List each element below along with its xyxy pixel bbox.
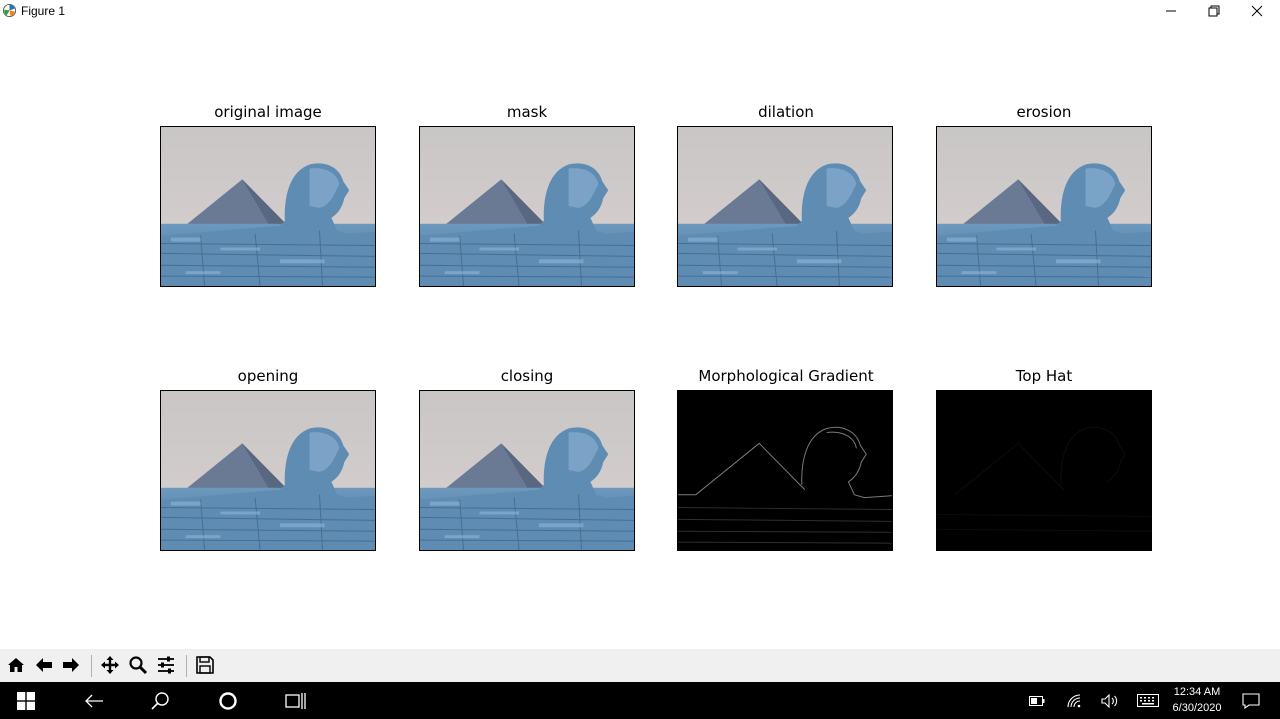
panel-title: original image (214, 103, 322, 121)
volume-icon (1101, 693, 1118, 708)
toolbar-separator (186, 655, 187, 677)
mask-panel (419, 126, 635, 287)
configure-subplots-button[interactable] (154, 653, 178, 677)
volume-button[interactable] (1097, 682, 1123, 719)
panel-title: mask (506, 103, 548, 121)
touch-keyboard-button[interactable] (1134, 682, 1162, 719)
forward-button[interactable] (59, 653, 83, 677)
clock-time: 12:34 AM (1173, 686, 1221, 698)
action-center-button[interactable] (1238, 682, 1264, 719)
panel-title: erosion (1016, 103, 1072, 121)
battery-icon (1029, 695, 1045, 706)
minimize-icon (1166, 10, 1176, 12)
title-bar: Figure 1 (0, 0, 1280, 22)
search-taskbar-button[interactable] (144, 682, 176, 719)
figure-canvas[interactable]: original image mask dilation erosion ope… (0, 22, 1280, 649)
cortana-button[interactable] (212, 682, 244, 719)
zoom-button[interactable] (126, 653, 150, 677)
closing-panel (419, 390, 635, 551)
close-button[interactable] (1235, 0, 1279, 22)
back-taskbar-button[interactable] (78, 682, 110, 719)
window-title: Figure 1 (21, 4, 66, 18)
edge-outline-dark (678, 391, 892, 550)
back-button[interactable] (32, 653, 56, 677)
top-hat-panel (936, 390, 1152, 551)
keyboard-icon (1137, 694, 1159, 707)
windows-start-icon (17, 691, 35, 710)
start-button[interactable] (10, 682, 42, 719)
configure-subplots-icon (158, 656, 174, 674)
notifications-icon (1242, 692, 1260, 709)
back-icon (85, 694, 103, 707)
navigation-toolbar (0, 649, 1280, 682)
panel-title: closing (500, 367, 554, 385)
clock-date: 6/30/2020 (1172, 702, 1222, 714)
morphological-gradient-panel (677, 390, 893, 551)
pyramid-sphinx-photo (161, 127, 375, 286)
toolbar-separator (91, 655, 92, 677)
pyramid-sphinx-photo (678, 127, 892, 286)
taskbar: 12:34 AM 6/30/2020 (0, 682, 1280, 719)
task-view-button[interactable] (280, 682, 312, 719)
home-button[interactable] (4, 653, 28, 677)
home-icon (8, 658, 24, 672)
erosion-panel (936, 126, 1152, 287)
zoom-magnifier-icon (129, 656, 148, 675)
pyramid-sphinx-photo (161, 391, 375, 550)
restore-button[interactable] (1192, 0, 1236, 22)
save-disk-icon (196, 656, 214, 674)
restore-icon (1208, 5, 1220, 17)
search-icon (151, 691, 169, 710)
cortana-circle-icon (219, 691, 237, 710)
opening-panel (160, 390, 376, 551)
panel-title: Top Hat (1015, 367, 1073, 385)
save-button[interactable] (193, 653, 217, 677)
taskbar-clock[interactable]: 12:34 AM 6/30/2020 (1166, 684, 1228, 716)
wifi-icon (1067, 693, 1081, 707)
matplotlib-icon (2, 3, 17, 18)
pyramid-sphinx-photo (937, 127, 1151, 286)
original-image-panel (160, 126, 376, 287)
pyramid-sphinx-photo (420, 127, 634, 286)
task-view-icon (285, 692, 306, 709)
back-arrow-icon (36, 658, 52, 672)
minimize-button[interactable] (1149, 0, 1193, 22)
close-icon (1251, 5, 1263, 17)
panel-title: Morphological Gradient (698, 367, 874, 385)
forward-arrow-icon (63, 658, 79, 672)
battery-button[interactable] (1024, 682, 1050, 719)
network-button[interactable] (1062, 682, 1088, 719)
pan-move-icon (101, 656, 119, 674)
dilation-panel (677, 126, 893, 287)
panel-title: opening (237, 367, 299, 385)
pyramid-sphinx-photo (420, 391, 634, 550)
panel-title: dilation (758, 103, 814, 121)
near-black (937, 391, 1151, 550)
pan-button[interactable] (98, 653, 122, 677)
